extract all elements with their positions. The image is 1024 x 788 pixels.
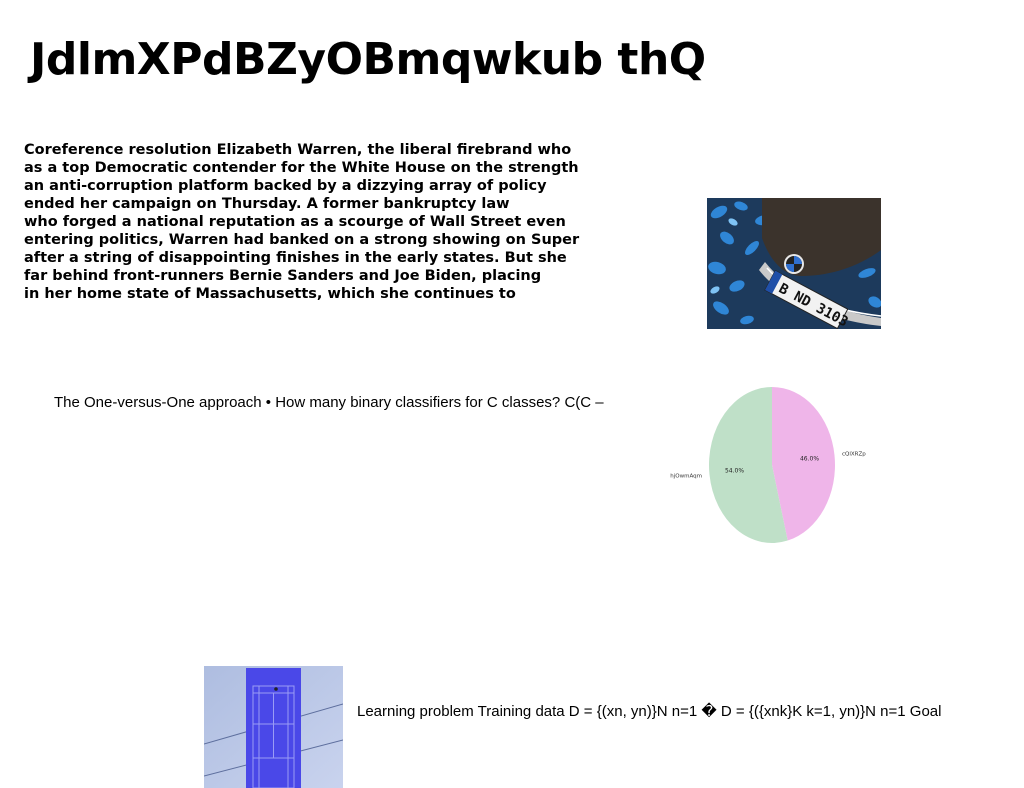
paragraph-line: ended her campaign on Thursday. A former… (24, 196, 510, 212)
paragraph-line: Coreference resolution Elizabeth Warren,… (24, 142, 572, 158)
one-vs-one-text: The One-versus-One approach • How many b… (54, 394, 604, 411)
paragraph-line: as a top Democratic contender for the Wh… (24, 160, 579, 176)
paragraph-line: after a string of disappointing finishes… (24, 250, 567, 266)
car-photo: B ND 3103 (707, 198, 881, 329)
pie-slice-percent-label: 46.0% (800, 456, 819, 463)
paragraph-line: in her home state of Massachusetts, whic… (24, 286, 516, 302)
paragraph-line: far behind front-runners Bernie Sanders … (24, 268, 542, 284)
paragraph-line: entering politics, Warren had banked on … (24, 232, 580, 248)
paragraph-line: an anti-corruption platform backed by a … (24, 178, 547, 194)
pie-slice-category-label: cQlXRZp (842, 452, 866, 458)
article-paragraph: Coreference resolution Elizabeth Warren,… (24, 141, 624, 303)
pie-chart: 46.0% cQlXRZp 54.0% hjOwmAqm (660, 380, 880, 550)
learning-problem-text: Learning problem Training data D = {(xn,… (357, 703, 942, 720)
pie-slice-percent-label: 54.0% (725, 467, 744, 474)
tennis-court-photo (204, 666, 343, 788)
page-title: JdlmXPdBZyOBmqwkub thQ (30, 34, 706, 85)
pie-slice-category-label: hjOwmAqm (670, 473, 702, 479)
paragraph-line: who forged a national reputation as a sc… (24, 214, 566, 230)
